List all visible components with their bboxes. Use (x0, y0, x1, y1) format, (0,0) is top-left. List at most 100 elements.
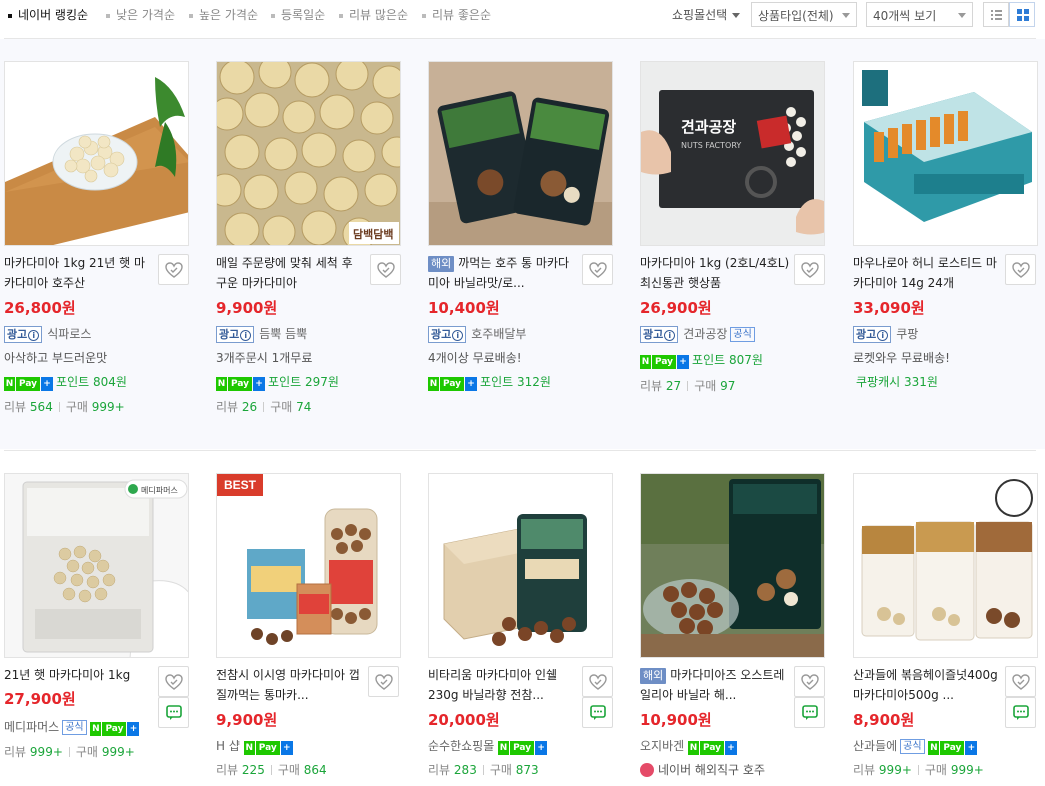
product-price: 8,900원 (853, 711, 915, 729)
npay-point: N Pay + 포인트 804원 (4, 375, 127, 391)
sort-label: 높은 가격순 (199, 8, 259, 22)
heart-icon (801, 262, 819, 278)
product-title[interactable]: 21년 햇 마카다미아 1kg (4, 665, 154, 685)
npay-plus-icon: N Pay + (90, 722, 140, 736)
product-image[interactable] (853, 61, 1038, 246)
product-type-value: 상품타입(전체) (758, 9, 834, 23)
store-name[interactable]: 듬뿍 듬뿍 (259, 327, 307, 341)
product-title[interactable]: 해외 마카다미아즈 오스트레일리아 바닐라 해... (640, 665, 790, 705)
wishlist-button[interactable] (582, 666, 613, 697)
chat-icon (1013, 705, 1029, 720)
ad-badge[interactable]: 광고 i (428, 326, 467, 343)
sort-newest[interactable]: 등록일순 (271, 6, 325, 23)
sort-naver-ranking[interactable]: 네이버 랭킹순 (8, 6, 88, 23)
product-image[interactable]: BEST (216, 473, 401, 658)
review-count[interactable]: 리뷰 27 구매 97 (640, 377, 735, 394)
store-name[interactable]: 식파로스 (47, 327, 91, 341)
sort-low-price[interactable]: 낮은 가격순 (106, 6, 175, 23)
list-view-button[interactable] (983, 2, 1009, 27)
wishlist-button[interactable] (158, 254, 189, 285)
chevron-down-icon (842, 13, 850, 18)
overseas-badge: 해외 (640, 668, 667, 684)
npay-point: N Pay + 포인트 807원 (640, 353, 763, 369)
wishlist-button[interactable] (582, 254, 613, 285)
store-name[interactable]: 산과들에 (853, 739, 897, 753)
store-name[interactable]: 호주배달부 (471, 327, 526, 341)
review-count[interactable]: 리뷰 999+ 구매 999+ (4, 743, 135, 760)
wishlist-button[interactable] (158, 666, 189, 697)
product-title[interactable]: 마카다미아 1kg 21년 햇 마카다미아 호주산 (4, 253, 154, 293)
product-image[interactable] (428, 61, 613, 246)
store-name[interactable]: 순수한쇼핑몰 (428, 739, 494, 753)
wishlist-button[interactable] (794, 254, 825, 285)
store-name[interactable]: 오지바겐 (640, 739, 684, 753)
review-count[interactable]: 리뷰 26 구매 74 (216, 398, 311, 415)
sort-high-price[interactable]: 높은 가격순 (189, 6, 258, 23)
review-count[interactable]: 리뷰 283 구매 873 (428, 761, 539, 778)
wishlist-button[interactable] (368, 666, 399, 697)
store-name[interactable]: 쿠팡 (896, 327, 918, 341)
info-icon: i (240, 330, 252, 341)
mall-select-dropdown[interactable]: 쇼핑몰선택 (672, 6, 740, 23)
seller-line: 순수한쇼핑몰 N Pay + (428, 737, 550, 755)
product-title[interactable]: 전참시 이시영 마카다미아 껍질까먹는 통마카... (216, 665, 366, 705)
review-count[interactable]: 리뷰 999+ 구매 999+ (853, 761, 984, 778)
npay-point: N Pay + 포인트 312원 (428, 375, 551, 391)
product-price: 9,900원 (216, 299, 278, 317)
product-image[interactable] (4, 61, 189, 246)
seller-line: 광고 i 듬뿍 듬뿍 (216, 325, 307, 343)
chevron-down-icon (958, 13, 966, 18)
grid-view-button[interactable] (1009, 2, 1035, 27)
product-type-select[interactable]: 상품타입(전체) (751, 2, 857, 27)
seller-line: 메디파머스 공식 N Pay + (4, 718, 142, 736)
wishlist-button[interactable] (370, 254, 401, 285)
ad-badge[interactable]: 광고 i (216, 326, 255, 343)
product-image[interactable]: 담백담백 (216, 61, 401, 246)
divider (4, 450, 1036, 451)
product-title[interactable]: 산과들에 볶음헤이즐넛400g 마카다미아500g ... (853, 665, 1003, 705)
npay-plus-icon: N Pay + (243, 741, 293, 755)
seller-line: 오지바겐 N Pay + (640, 737, 740, 755)
product-title[interactable]: 해외 까먹는 호주 통 마카다미아 바닐라맛/로... (428, 253, 578, 293)
seller-line: 산과들에 공식 N Pay + (853, 737, 980, 755)
review-count[interactable]: 리뷰 225 구매 864 (216, 761, 327, 778)
ad-badge[interactable]: 광고 i (640, 326, 679, 343)
wishlist-button[interactable] (794, 666, 825, 697)
product-image[interactable] (853, 473, 1038, 658)
npay-plus-icon: N Pay + (928, 741, 978, 755)
product-image[interactable] (428, 473, 613, 658)
seller-line: 광고 i 호주배달부 (428, 325, 526, 343)
review-count[interactable]: 리뷰 564 구매 999+ (4, 398, 125, 415)
sort-label: 리뷰 좋은순 (432, 8, 492, 22)
sort-most-reviews[interactable]: 리뷰 많은순 (339, 6, 408, 23)
npay-plus-icon: N Pay + (498, 741, 548, 755)
ad-badge[interactable]: 광고 i (4, 326, 43, 343)
store-name[interactable]: 견과공장 (683, 327, 727, 341)
sort-label: 낮은 가격순 (116, 8, 176, 22)
seller-line: H 샵 N Pay + (216, 737, 296, 755)
talk-talk-button[interactable] (582, 697, 613, 728)
talk-talk-button[interactable] (1005, 697, 1036, 728)
promo-text: 4개이상 무료배송! (428, 351, 522, 365)
product-title[interactable]: 마카다미아 1kg (2호L/4호L) 최신통관 햇상품 (640, 253, 790, 293)
talk-talk-button[interactable] (158, 697, 189, 728)
product-title[interactable]: 매일 주문량에 맞춰 세척 후 구운 마카다미아 (216, 253, 366, 293)
store-name[interactable]: 메디파머스 (4, 720, 59, 734)
product-title[interactable]: 비타리움 마카다미아 인쉘 230g 바닐라향 전참... (428, 665, 578, 705)
store-name[interactable]: H 샵 (216, 739, 240, 753)
wishlist-button[interactable] (1005, 666, 1036, 697)
sort-label: 리뷰 많은순 (349, 8, 409, 22)
product-image[interactable]: 견과공장 NUTS FACTORY (640, 61, 825, 246)
direct-buy-line[interactable]: 네이버 해외직구 호주 (640, 761, 765, 778)
product-price: 20,000원 (428, 711, 500, 729)
product-image[interactable]: 메디파머스 (4, 473, 189, 658)
wishlist-button[interactable] (1005, 254, 1036, 285)
product-image[interactable] (640, 473, 825, 658)
talk-talk-button[interactable] (794, 697, 825, 728)
heart-icon (165, 674, 183, 690)
npay-plus-icon: N Pay + (216, 377, 266, 391)
sort-best-reviews[interactable]: 리뷰 좋은순 (422, 6, 491, 23)
page-size-select[interactable]: 40개씩 보기 (866, 2, 973, 27)
product-title[interactable]: 마우나로아 허니 로스티드 마카다미아 14g 24개 (853, 253, 1003, 293)
ad-badge[interactable]: 광고 i (853, 326, 892, 343)
